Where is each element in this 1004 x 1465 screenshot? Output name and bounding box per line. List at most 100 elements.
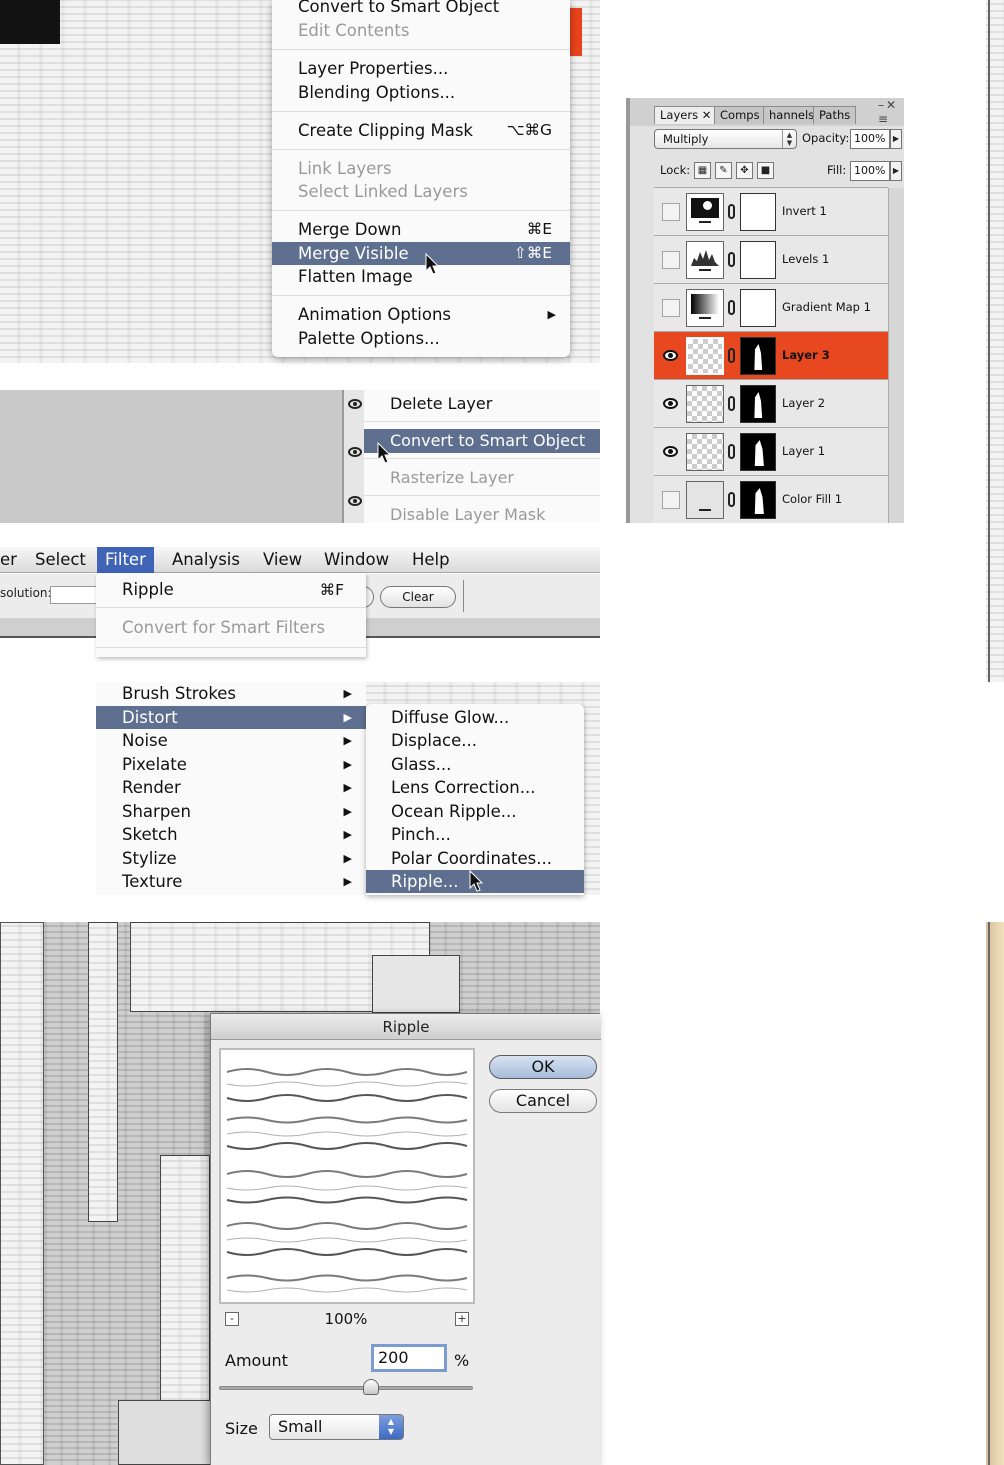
fill-input[interactable]: 100% — [850, 161, 890, 181]
layer-mask-thumbnail[interactable] — [740, 385, 776, 423]
layers-panel: Layers ✕ Comps hannels Paths –✕ ≡ Multipl… — [626, 98, 904, 523]
opacity-label: Opacity: — [802, 131, 850, 145]
tab-paths[interactable]: Paths — [813, 106, 857, 124]
visibility-toggle[interactable] — [662, 491, 680, 509]
menu-item-pinch[interactable]: Pinch... — [366, 823, 584, 846]
lock-all-icon[interactable]: ■ — [757, 162, 774, 179]
eye-icon[interactable] — [663, 350, 678, 361]
menu-item-distort[interactable]: Distort ▶ — [96, 705, 366, 729]
lock-position-icon[interactable]: ✥ — [736, 162, 753, 179]
layer-mask-thumbnail[interactable] — [740, 433, 776, 471]
zoom-out-button[interactable]: - — [225, 1312, 239, 1326]
eye-icon[interactable] — [348, 496, 362, 506]
visibility-toggle[interactable] — [662, 203, 680, 221]
eye-icon[interactable] — [348, 399, 362, 409]
menu-item-palette-options[interactable]: Palette Options... — [272, 327, 570, 350]
resolution-input[interactable] — [50, 586, 98, 604]
filter-preview[interactable] — [219, 1048, 475, 1304]
layer-row[interactable]: Levels 1 — [654, 235, 888, 283]
size-select-value: Small — [278, 1417, 323, 1436]
layer-row[interactable]: Layer 2 — [654, 379, 888, 427]
opacity-input[interactable]: 100% — [850, 129, 890, 149]
amount-slider-thumb[interactable] — [363, 1379, 380, 1395]
menu-item-flatten-image[interactable]: Flatten Image — [272, 265, 570, 288]
menu-item-merge-down[interactable]: Merge Down ⌘E — [272, 218, 570, 241]
menu-item-convert-to-smart-object[interactable]: Convert to Smart Object — [364, 429, 600, 453]
menu-item-noise[interactable]: Noise ▶ — [96, 729, 366, 752]
menu-item-sharpen[interactable]: Sharpen ▶ — [96, 800, 366, 823]
menu-item-blending-options[interactable]: Blending Options... — [272, 81, 570, 104]
menubar-item-window[interactable]: Window — [316, 547, 397, 573]
clear-button[interactable]: Clear — [380, 586, 456, 608]
ok-button[interactable]: OK — [489, 1055, 597, 1079]
menu-item-glass[interactable]: Glass... — [366, 753, 584, 776]
lock-label: Lock: — [660, 163, 691, 177]
tab-comps[interactable]: Comps — [714, 106, 766, 124]
menubar-item-analysis[interactable]: Analysis — [164, 547, 248, 573]
menu-item-brush-strokes[interactable]: Brush Strokes ▶ — [96, 682, 366, 705]
menu-item-stylize[interactable]: Stylize ▶ — [96, 847, 366, 870]
menubar-item-view[interactable]: View — [255, 547, 310, 573]
menu-item-layer-properties[interactable]: Layer Properties... — [272, 57, 570, 80]
eye-icon[interactable] — [348, 447, 362, 457]
layer-row-selected[interactable]: Layer 3 — [654, 331, 888, 379]
menubar-item-select[interactable]: Select — [27, 547, 94, 573]
menubar-item-layer[interactable]: er — [0, 547, 25, 573]
menu-item-sketch[interactable]: Sketch ▶ — [96, 823, 366, 846]
layer-mask-thumbnail[interactable] — [740, 289, 776, 327]
menu-item-render[interactable]: Render ▶ — [96, 776, 366, 799]
panel-scrollbar[interactable] — [888, 188, 904, 523]
eye-icon[interactable] — [663, 398, 678, 409]
shortcut-label: ⌘E — [526, 220, 552, 238]
opacity-flyout-icon[interactable]: ▶ — [890, 129, 902, 149]
fill-flyout-icon[interactable]: ▶ — [890, 161, 902, 181]
menu-item-merge-visible[interactable]: Merge Visible ⇧⌘E — [272, 242, 570, 265]
submenu-arrow-icon: ▶ — [343, 828, 352, 841]
menu-item-polar-coordinates[interactable]: Polar Coordinates... — [366, 847, 584, 870]
layer-row[interactable]: Invert 1 — [654, 187, 888, 235]
menu-item-texture[interactable]: Texture ▶ — [96, 870, 366, 893]
amount-slider-track[interactable] — [219, 1386, 473, 1390]
lock-transparency-icon[interactable]: ▦ — [694, 162, 711, 179]
tab-layers[interactable]: Layers ✕ — [654, 106, 718, 124]
submenu-arrow-icon: ▶ — [343, 687, 352, 700]
menu-separator — [96, 607, 366, 608]
layer-mask-thumbnail[interactable] — [740, 481, 776, 519]
eye-icon[interactable] — [663, 446, 678, 457]
menu-item-displace[interactable]: Displace... — [366, 729, 584, 752]
layer-mask-thumbnail[interactable] — [740, 337, 776, 375]
menu-item-convert-to-smart-object[interactable]: Convert to Smart Object — [272, 0, 570, 18]
layer-row[interactable]: Layer 1 — [654, 427, 888, 475]
visibility-toggle[interactable] — [662, 251, 680, 269]
shortcut-label: ⌘F — [319, 581, 344, 599]
menu-item-ocean-ripple[interactable]: Ocean Ripple... — [366, 800, 584, 823]
menu-item-pixelate[interactable]: Pixelate ▶ — [96, 753, 366, 776]
submenu-arrow-icon: ▶ — [547, 308, 556, 321]
link-icon — [728, 252, 735, 267]
layer-mask-thumbnail[interactable] — [740, 241, 776, 279]
menu-item-delete-layer[interactable]: Delete Layer — [364, 392, 600, 416]
menu-item-last-filter-ripple[interactable]: Ripple ⌘F — [96, 578, 366, 602]
menu-item-diffuse-glow[interactable]: Diffuse Glow... — [366, 706, 584, 729]
mouse-cursor-icon — [469, 870, 484, 892]
menu-item-lens-correction[interactable]: Lens Correction... — [366, 776, 584, 799]
palette-background — [0, 390, 342, 523]
lock-image-icon[interactable]: ✎ — [715, 162, 732, 179]
size-select[interactable]: Small ▲ ▼ — [269, 1414, 404, 1440]
layer-row[interactable]: Color Fill 1 — [654, 475, 888, 523]
menu-item-create-clipping-mask[interactable]: Create Clipping Mask ⌥⌘G — [272, 119, 570, 142]
cancel-button[interactable]: Cancel — [489, 1089, 597, 1113]
tab-channels[interactable]: hannels — [763, 106, 821, 124]
menubar-item-filter[interactable]: Filter — [97, 547, 154, 573]
zoom-in-button[interactable]: + — [455, 1312, 469, 1326]
amount-input[interactable]: 200 — [371, 1344, 447, 1372]
panel-menu-icon[interactable]: –✕ ≡ — [878, 98, 898, 126]
menubar-item-help[interactable]: Help — [404, 547, 458, 573]
menu-item-animation-options[interactable]: Animation Options ▶ — [272, 303, 570, 326]
layer-row[interactable]: Gradient Map 1 — [654, 283, 888, 331]
layer-mask-thumbnail[interactable] — [740, 193, 776, 231]
close-icon[interactable]: ✕ — [702, 108, 712, 122]
amount-unit: % — [454, 1351, 470, 1370]
blend-mode-select[interactable]: Multiply ▲ ▼ — [654, 129, 797, 149]
visibility-toggle[interactable] — [662, 299, 680, 317]
